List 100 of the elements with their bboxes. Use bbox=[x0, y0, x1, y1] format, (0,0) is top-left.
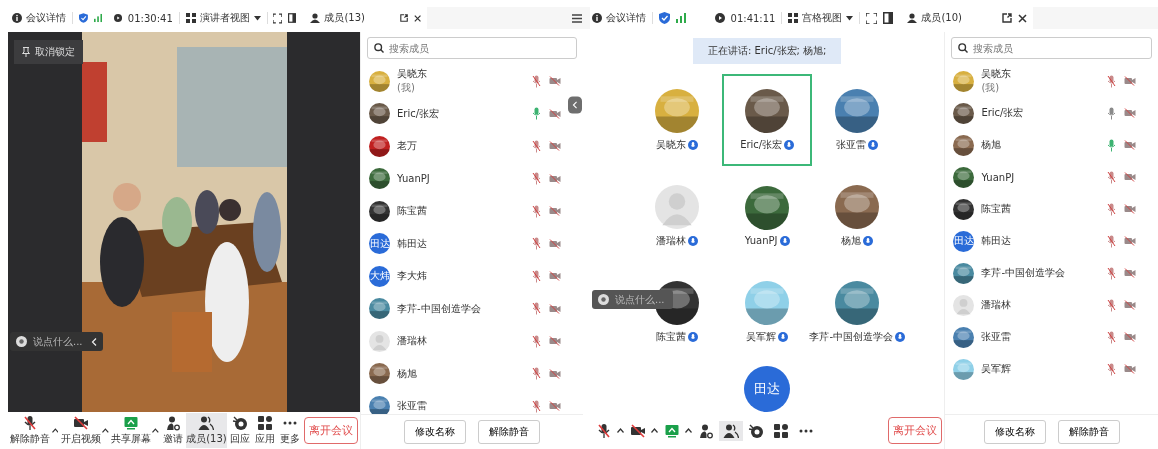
pop-out-icon[interactable] bbox=[1002, 13, 1012, 23]
leave-meeting-button[interactable]: 离开会议 bbox=[888, 417, 943, 444]
microphone-icon[interactable] bbox=[532, 237, 541, 251]
toolbar-button[interactable]: 回应 bbox=[228, 413, 252, 448]
toolbar-button[interactable]: 成员(13) bbox=[185, 413, 227, 448]
caret-icon[interactable] bbox=[152, 428, 159, 433]
close-icon[interactable] bbox=[413, 13, 421, 23]
toolbar-button[interactable]: 共享屏幕 bbox=[110, 413, 152, 448]
search-field[interactable]: 搜索成员 bbox=[367, 37, 577, 59]
shield-icon[interactable] bbox=[659, 12, 670, 24]
camera-off-icon[interactable] bbox=[1124, 204, 1136, 214]
camera-off-icon[interactable] bbox=[549, 173, 561, 184]
meeting-details-link[interactable]: 会议详情 bbox=[606, 11, 646, 25]
camera-off-icon[interactable] bbox=[1124, 140, 1136, 150]
microphone-icon[interactable] bbox=[1107, 138, 1116, 152]
menu-icon[interactable] bbox=[572, 13, 582, 23]
microphone-icon[interactable] bbox=[1107, 202, 1116, 216]
microphone-icon[interactable] bbox=[532, 269, 541, 283]
microphone-icon[interactable] bbox=[1107, 362, 1116, 376]
avatar-icon bbox=[953, 294, 975, 316]
microphone-icon[interactable] bbox=[1107, 170, 1116, 184]
collapse-icon[interactable] bbox=[91, 337, 97, 346]
camera-off-icon[interactable] bbox=[549, 368, 561, 379]
unlock-button[interactable]: 取消锁定 bbox=[14, 40, 83, 64]
fullscreen-icon[interactable] bbox=[273, 12, 283, 24]
caret-icon[interactable] bbox=[617, 428, 624, 433]
camera-off-icon[interactable] bbox=[1124, 268, 1136, 278]
microphone-icon[interactable] bbox=[532, 139, 541, 153]
info-icon[interactable] bbox=[592, 13, 602, 23]
microphone-icon[interactable] bbox=[1107, 234, 1116, 248]
panel-button[interactable]: 解除静音 bbox=[478, 420, 540, 444]
camera-off-icon[interactable] bbox=[1124, 108, 1136, 118]
toolbar-button[interactable]: 邀请 bbox=[160, 413, 185, 448]
microphone-icon[interactable] bbox=[1107, 266, 1116, 280]
camera-off-icon[interactable] bbox=[1124, 332, 1136, 342]
members-tab[interactable]: 成员(10) bbox=[921, 11, 962, 25]
pop-out-icon[interactable] bbox=[399, 13, 408, 23]
camera-off-icon[interactable] bbox=[549, 401, 561, 412]
caret-icon[interactable] bbox=[685, 428, 692, 433]
microphone-badge-icon bbox=[863, 235, 874, 246]
microphone-icon[interactable] bbox=[532, 367, 541, 381]
camera-off-icon[interactable] bbox=[1124, 364, 1136, 374]
participant-name: 杨旭 bbox=[841, 233, 862, 248]
close-icon[interactable] bbox=[1018, 13, 1027, 23]
sidebar-toggle-icon[interactable] bbox=[883, 12, 894, 24]
clock-icon bbox=[113, 13, 122, 23]
caret-icon[interactable] bbox=[51, 428, 59, 433]
panel-button[interactable]: 修改名称 bbox=[404, 420, 466, 444]
chat-input[interactable]: 说点什么... bbox=[33, 336, 85, 347]
microphone-icon[interactable] bbox=[532, 204, 541, 218]
camera-off-icon[interactable] bbox=[549, 303, 561, 314]
sidebar-toggle-icon[interactable] bbox=[288, 12, 297, 24]
caret-icon[interactable] bbox=[101, 428, 109, 433]
camera-off-icon[interactable] bbox=[1124, 300, 1136, 310]
meeting-details-link[interactable]: 会议详情 bbox=[26, 11, 66, 25]
toolbar-button[interactable] bbox=[719, 420, 743, 441]
microphone-icon[interactable] bbox=[532, 107, 541, 121]
camera-off-icon[interactable] bbox=[549, 271, 561, 282]
microphone-icon[interactable] bbox=[532, 399, 541, 413]
microphone-icon[interactable] bbox=[1107, 106, 1116, 120]
microphone-icon[interactable] bbox=[1107, 74, 1116, 88]
participant-tile[interactable]: Eric/张宏 bbox=[722, 74, 813, 166]
camera-off-icon[interactable] bbox=[1124, 76, 1136, 86]
members-tab[interactable]: 成员(13) bbox=[324, 11, 365, 25]
toolbar-button[interactable]: 解除静音 bbox=[10, 413, 51, 448]
microphone-icon[interactable] bbox=[1107, 298, 1116, 312]
search-field[interactable]: 搜索成员 bbox=[951, 37, 1152, 59]
panel-button[interactable]: 修改名称 bbox=[983, 420, 1046, 444]
toolbar-button[interactable]: 开启视频 bbox=[60, 413, 101, 448]
camera-off-icon[interactable] bbox=[549, 238, 561, 249]
view-dropdown[interactable]: 宫格视图 bbox=[788, 11, 854, 25]
microphone-icon[interactable] bbox=[532, 74, 541, 88]
fullscreen-icon[interactable] bbox=[866, 12, 878, 24]
people-icon bbox=[198, 415, 215, 431]
camera-off-icon[interactable] bbox=[549, 206, 561, 217]
microphone-icon[interactable] bbox=[1107, 330, 1116, 344]
info-icon[interactable] bbox=[12, 13, 22, 23]
microphone-icon[interactable] bbox=[532, 172, 541, 186]
caret-icon[interactable] bbox=[651, 428, 658, 433]
chat-input-field[interactable]: 说点什么... bbox=[10, 332, 103, 351]
camera-off-icon[interactable] bbox=[549, 336, 561, 347]
person-icon[interactable] bbox=[907, 13, 918, 23]
camera-off-icon[interactable] bbox=[1124, 172, 1136, 182]
member-name: 吴晓东 bbox=[981, 67, 1013, 81]
shield-icon[interactable] bbox=[78, 12, 88, 24]
camera-off-icon[interactable] bbox=[549, 76, 561, 87]
member-name: 陈宝茜 bbox=[397, 204, 428, 219]
toolbar-button[interactable]: 应用 bbox=[253, 413, 277, 448]
leave-meeting-button[interactable]: 离开会议 bbox=[304, 417, 358, 444]
camera-off-icon[interactable] bbox=[549, 108, 561, 119]
chat-input[interactable]: 说点什么... bbox=[615, 294, 667, 305]
microphone-icon[interactable] bbox=[532, 302, 541, 316]
microphone-icon[interactable] bbox=[532, 334, 541, 348]
camera-off-icon[interactable] bbox=[1124, 236, 1136, 246]
view-dropdown[interactable]: 演讲者视图 bbox=[185, 11, 261, 25]
person-icon[interactable] bbox=[310, 13, 321, 23]
chat-input-field[interactable]: 说点什么... bbox=[592, 290, 673, 309]
camera-off-icon[interactable] bbox=[549, 141, 561, 152]
panel-button[interactable]: 解除静音 bbox=[1057, 420, 1120, 444]
toolbar-button[interactable]: 更多 bbox=[278, 413, 302, 448]
